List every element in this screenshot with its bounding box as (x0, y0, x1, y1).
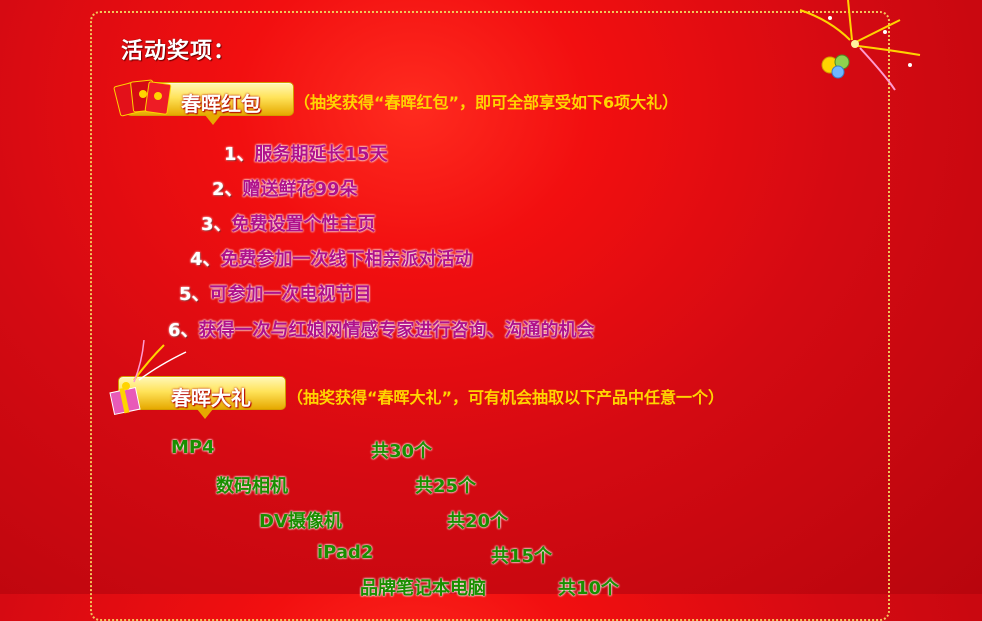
prize-count: 共30个 (371, 441, 433, 462)
list-item-number: 3、 (201, 214, 232, 235)
list-item-text: 赠送鲜花99朵 (242, 179, 358, 200)
gift-desc: （抽奖获得“春晖大礼”，可有机会抽取以下产品中任意一个） (287, 388, 725, 407)
prize-name: DV摄像机 (259, 511, 342, 532)
list-item-text: 免费参加一次线下相亲派对活动 (220, 249, 473, 270)
red-envelope-icon (113, 79, 172, 117)
firework-icon (799, 0, 921, 91)
list-item-number: 6、 (168, 320, 199, 341)
list-item: 2、赠送鲜花99朵 (212, 175, 358, 201)
list-item: 5、可参加一次电视节目 (179, 280, 372, 306)
list-item: 1、服务期延长15天 (224, 140, 388, 166)
list-item-number: 5、 (179, 284, 210, 305)
list-item: 3、免费设置个性主页 (201, 210, 376, 236)
list-item: 4、免费参加一次线下相亲派对活动 (190, 245, 473, 271)
list-item-text: 服务期延长15天 (254, 144, 388, 165)
list-item-number: 1、 (224, 144, 255, 165)
prize-count: 共10个 (558, 578, 620, 599)
list-item: 6、获得一次与红娘网情感专家进行咨询、沟通的机会 (168, 316, 595, 342)
red-packet-desc: （抽奖获得“春晖红包”，即可全部享受如下6项大礼） (294, 93, 679, 112)
list-item-text: 免费设置个性主页 (231, 214, 376, 235)
gift-box-icon (109, 340, 187, 416)
prize-name: MP4 (171, 437, 215, 458)
section-title: 活动奖项： (121, 39, 237, 64)
list-item-text: 可参加一次电视节目 (209, 284, 372, 305)
list-item-number: 2、 (212, 179, 243, 200)
list-item-text: 获得一次与红娘网情感专家进行咨询、沟通的机会 (198, 320, 595, 341)
balloon-icon (821, 54, 850, 79)
list-item-number: 4、 (190, 249, 221, 270)
prize-name: 数码相机 (216, 476, 288, 497)
prize-count: 共15个 (491, 546, 553, 567)
prize-count: 共20个 (447, 511, 509, 532)
prize-name: 品牌笔记本电脑 (360, 578, 486, 599)
prize-name: iPad2 (317, 542, 374, 563)
red-packet-tag-label: 春晖红包 (181, 92, 261, 116)
prize-count: 共25个 (415, 476, 477, 497)
